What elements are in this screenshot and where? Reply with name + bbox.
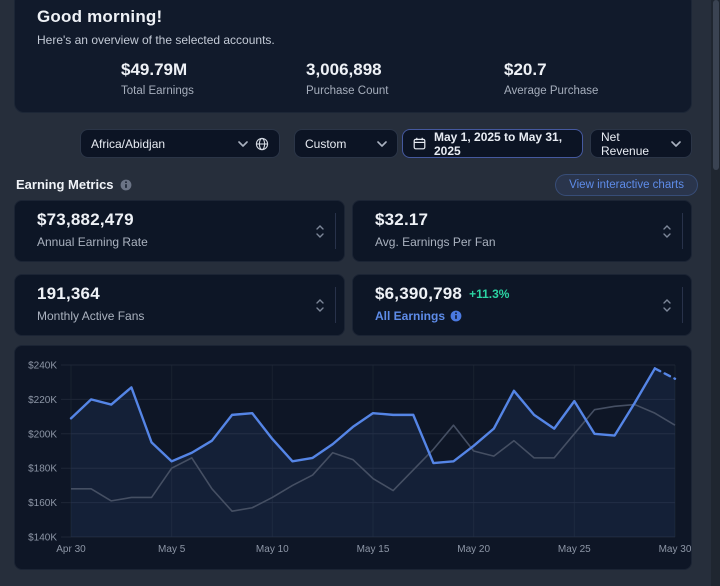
- metric-delta-badge: +11.3%: [469, 287, 509, 301]
- stat-purchase-count: 3,006,898 Purchase Count: [306, 60, 388, 97]
- card-resize-handle[interactable]: [682, 213, 683, 249]
- svg-text:Apr 30: Apr 30: [56, 544, 86, 555]
- svg-text:May 10: May 10: [256, 544, 289, 555]
- metric-value: $32.17: [375, 210, 428, 230]
- scrollbar-thumb[interactable]: [713, 0, 719, 170]
- svg-text:May 25: May 25: [558, 544, 591, 555]
- metric-select[interactable]: Net Revenue: [590, 129, 692, 158]
- metric-value: 191,364: [37, 284, 100, 304]
- stat-label: Total Earnings: [121, 85, 194, 97]
- svg-text:May 15: May 15: [357, 544, 390, 555]
- date-range-value: May 1, 2025 to May 31, 2025: [434, 130, 572, 158]
- metric-card-monthly-active-fans: 191,364 Monthly Active Fans: [14, 274, 345, 336]
- stat-total-earnings: $49.79M Total Earnings: [121, 60, 194, 97]
- svg-text:May 30: May 30: [659, 544, 692, 555]
- svg-text:$240K: $240K: [28, 361, 57, 372]
- svg-text:$200K: $200K: [28, 429, 57, 440]
- hero-card: Good morning! Here's an overview of the …: [14, 0, 692, 113]
- date-range-input[interactable]: May 1, 2025 to May 31, 2025: [402, 129, 583, 158]
- globe-icon: [255, 137, 269, 151]
- metric-label-link[interactable]: All Earnings: [375, 309, 445, 323]
- timezone-select-value: Africa/Abidjan: [91, 137, 238, 151]
- svg-text:$140K: $140K: [28, 533, 57, 544]
- timezone-select[interactable]: Africa/Abidjan: [80, 129, 280, 158]
- info-icon[interactable]: [120, 179, 132, 191]
- metric-label: Annual Earning Rate: [37, 235, 148, 249]
- metric-card-all-earnings: $6,390,798 +11.3% All Earnings: [352, 274, 692, 336]
- metric-stepper[interactable]: [314, 297, 326, 314]
- metric-card-avg-earnings-per-fan: $32.17 Avg. Earnings Per Fan: [352, 200, 692, 262]
- range-preset-select[interactable]: Custom: [294, 129, 398, 158]
- metric-card-annual-earning-rate: $73,882,479 Annual Earning Rate: [14, 200, 345, 262]
- chevron-down-icon: [377, 141, 387, 147]
- view-interactive-charts-button[interactable]: View interactive charts: [555, 174, 698, 196]
- card-resize-handle[interactable]: [682, 287, 683, 323]
- stat-value: $49.79M: [121, 60, 194, 80]
- earnings-chart-svg: $240K $220K $200K $180K $160K $140KApr 30 May …: [15, 346, 691, 569]
- svg-text:$220K: $220K: [28, 395, 57, 406]
- metric-label: Monthly Active Fans: [37, 309, 144, 323]
- metric-value: $6,390,798: [375, 284, 462, 304]
- stat-label: Average Purchase: [504, 85, 598, 97]
- earnings-dashboard: Good morning! Here's an overview of the …: [0, 0, 720, 586]
- range-preset-value: Custom: [305, 137, 377, 151]
- metric-stepper[interactable]: [661, 223, 673, 240]
- calendar-icon: [413, 137, 426, 150]
- chevron-down-icon: [671, 141, 681, 147]
- svg-text:$180K: $180K: [28, 464, 57, 475]
- metric-stepper[interactable]: [661, 297, 673, 314]
- hero-subtitle: Here's an overview of the selected accou…: [37, 33, 275, 47]
- stat-value: $20.7: [504, 60, 598, 80]
- greeting-title: Good morning!: [37, 7, 162, 27]
- stat-label: Purchase Count: [306, 85, 388, 97]
- earnings-chart-card: $240K $220K $200K $180K $160K $140KApr 30 May …: [14, 345, 692, 570]
- svg-text:$160K: $160K: [28, 498, 57, 509]
- section-title-text: Earning Metrics: [16, 177, 114, 192]
- section-header: Earning Metrics: [16, 177, 132, 192]
- metric-select-value: Net Revenue: [601, 130, 671, 158]
- metric-stepper[interactable]: [314, 223, 326, 240]
- scrollbar-track[interactable]: [711, 0, 720, 586]
- svg-text:May 5: May 5: [158, 544, 186, 555]
- svg-text:May 20: May 20: [457, 544, 490, 555]
- stat-value: 3,006,898: [306, 60, 388, 80]
- stat-average-purchase: $20.7 Average Purchase: [504, 60, 598, 97]
- metric-value: $73,882,479: [37, 210, 134, 230]
- card-resize-handle[interactable]: [335, 213, 336, 249]
- chevron-down-icon: [238, 141, 248, 147]
- info-icon[interactable]: [450, 310, 462, 322]
- metric-label: Avg. Earnings Per Fan: [375, 235, 496, 249]
- card-resize-handle[interactable]: [335, 287, 336, 323]
